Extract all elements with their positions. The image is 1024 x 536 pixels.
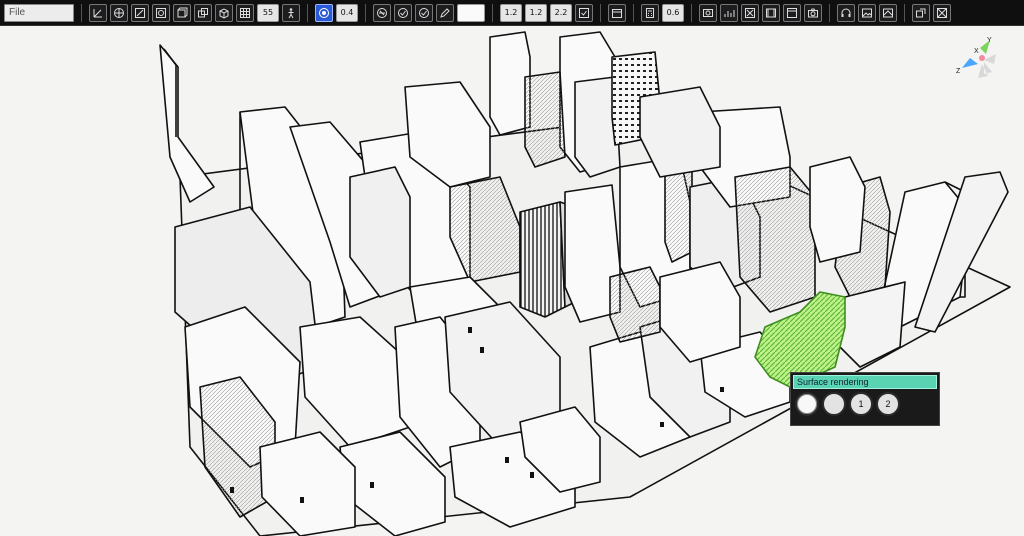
count-button[interactable]: 55 [257, 3, 279, 22]
option-button-2[interactable]: 1.2 [525, 3, 547, 22]
scene-icon[interactable] [879, 3, 897, 22]
toolbar-separator [492, 3, 493, 22]
render-icon[interactable] [699, 3, 717, 22]
target-icon[interactable] [315, 3, 333, 22]
option-button-3[interactable]: 2.2 [550, 3, 572, 22]
city-3d-viewport[interactable] [0, 27, 1024, 536]
zoom-value[interactable]: 0.4 [336, 3, 358, 22]
window-icon[interactable] [783, 3, 801, 22]
expand-icon[interactable] [933, 3, 951, 22]
shaded-sphere-button[interactable] [822, 392, 846, 416]
toolbar-separator [633, 3, 634, 22]
box-icon[interactable] [173, 3, 191, 22]
top-toolbar: File 55 0.4 1.2 1.2 2.2 0.6 [0, 0, 1024, 26]
filter-icon[interactable] [373, 3, 391, 22]
toolbar-separator [365, 3, 366, 22]
toolbar-separator [81, 3, 82, 22]
y-axis-label: Y [987, 37, 992, 44]
cube-1-button[interactable]: 1 [849, 392, 873, 416]
toolbar-separator [829, 3, 830, 22]
option-button-1[interactable]: 1.2 [500, 3, 522, 22]
speed-value[interactable]: 0.6 [662, 3, 684, 22]
popup-button-row: 1 2 [791, 391, 939, 417]
toolbar-separator [904, 3, 905, 22]
layers-icon[interactable] [194, 3, 212, 22]
edit-icon[interactable] [131, 3, 149, 22]
checkbox-icon[interactable] [575, 3, 593, 22]
headphones-icon[interactable] [837, 3, 855, 22]
lens-icon[interactable] [152, 3, 170, 22]
selection-icon[interactable] [912, 3, 930, 22]
camera-icon[interactable] [804, 3, 822, 22]
popup-title: Surface rendering [793, 375, 937, 389]
pencil-icon[interactable] [436, 3, 454, 22]
color-swatch[interactable] [457, 3, 485, 22]
cube-2-button[interactable]: 2 [876, 392, 900, 416]
globe-icon[interactable] [110, 3, 128, 22]
z-axis-label: Z [956, 68, 961, 75]
file-input[interactable]: File [4, 3, 74, 22]
tools-icon[interactable] [741, 3, 759, 22]
smooth-sphere-button[interactable] [795, 392, 819, 416]
x-axis-label: X [974, 48, 979, 55]
chart-icon[interactable] [720, 3, 738, 22]
origin-dot [979, 55, 985, 61]
surface-rendering-popup: Surface rendering 1 2 [790, 372, 940, 426]
check-dropdown-icon[interactable] [394, 3, 412, 22]
z-axis-arrow [962, 58, 978, 68]
walker-icon[interactable] [282, 3, 300, 22]
image-icon[interactable] [858, 3, 876, 22]
calculator-icon[interactable] [641, 3, 659, 22]
toolbar-separator [600, 3, 601, 22]
toolbar-separator [307, 3, 308, 22]
cube-icon[interactable] [215, 3, 233, 22]
calendar-icon[interactable] [608, 3, 626, 22]
film-icon[interactable] [762, 3, 780, 22]
check-circle-icon[interactable] [415, 3, 433, 22]
grid-icon[interactable] [236, 3, 254, 22]
toolbar-separator [691, 3, 692, 22]
axes-icon[interactable] [89, 3, 107, 22]
axis-gizmo[interactable]: Y X Z [950, 34, 1012, 88]
